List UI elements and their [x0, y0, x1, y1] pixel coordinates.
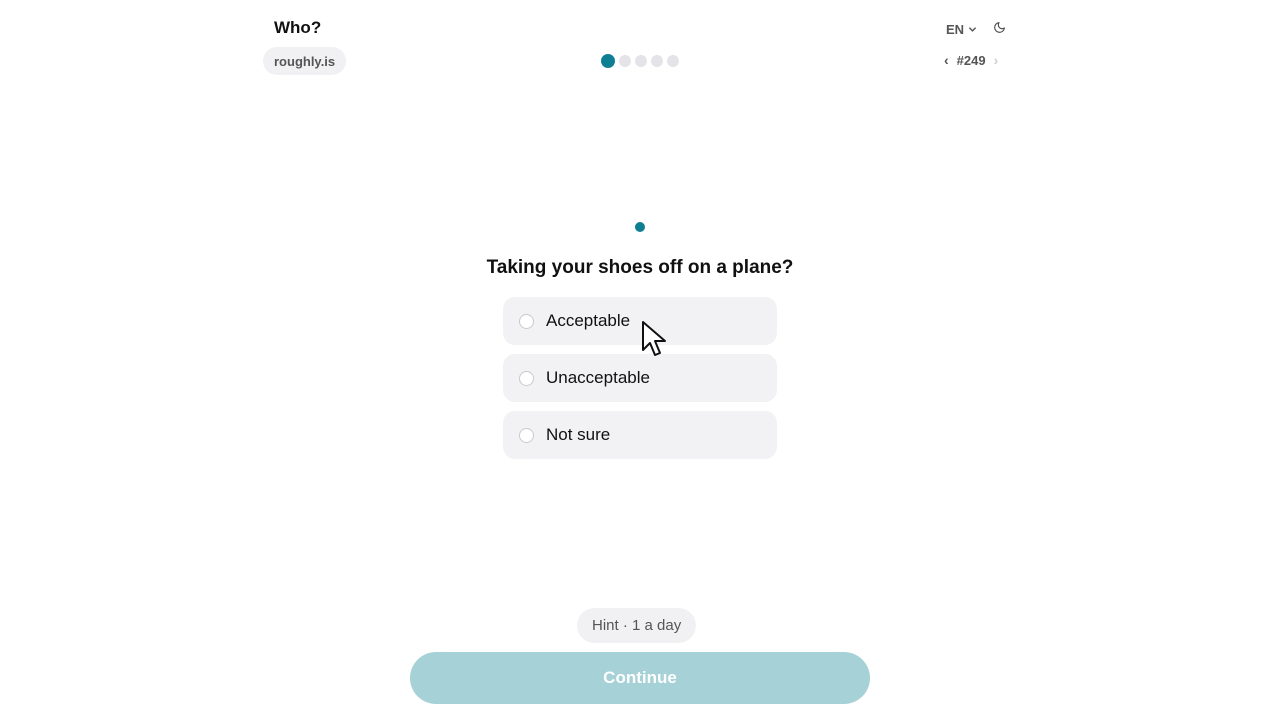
progress-dot-2 — [619, 55, 631, 67]
next-puzzle-icon[interactable]: › — [994, 52, 999, 68]
progress-dot-1 — [601, 54, 615, 68]
option-acceptable[interactable]: Acceptable — [503, 297, 777, 345]
progress-dot-3 — [635, 55, 647, 67]
radio-button[interactable] — [519, 313, 534, 329]
radio-button[interactable] — [519, 427, 534, 443]
language-label: EN — [946, 22, 965, 37]
hint-button[interactable]: Hint · 1 a day — [577, 608, 697, 643]
option-label: Not sure — [546, 425, 611, 444]
language-selector[interactable]: EN — [946, 22, 977, 37]
progress-dot-4 — [651, 55, 663, 67]
question-marker — [635, 222, 645, 232]
moon-icon — [993, 21, 1006, 39]
dark-mode-toggle[interactable] — [991, 22, 1007, 38]
answer-options: Acceptable Unacceptable Not sure — [503, 297, 777, 459]
question-title: Taking your shoes off on a plane? — [486, 257, 794, 278]
continue-button[interactable]: Continue — [410, 652, 870, 704]
app-title: Who? — [274, 18, 322, 37]
chevron-down-icon — [968, 22, 977, 37]
quiz-page: Who? roughly.is EN ‹ #249 › Taking your … — [0, 0, 1280, 720]
option-unacceptable[interactable]: Unacceptable — [503, 354, 777, 402]
option-label: Acceptable — [546, 311, 631, 330]
option-not-sure[interactable]: Not sure — [503, 411, 777, 459]
radio-button[interactable] — [519, 370, 534, 386]
puzzle-number: #249 — [956, 52, 986, 68]
brand-link[interactable]: roughly.is — [263, 47, 347, 75]
option-label: Unacceptable — [546, 368, 650, 387]
puzzle-navigation: ‹ #249 › — [944, 52, 998, 68]
previous-puzzle-icon[interactable]: ‹ — [944, 52, 949, 68]
progress-dot-5 — [667, 55, 679, 67]
progress-indicator — [601, 54, 679, 68]
